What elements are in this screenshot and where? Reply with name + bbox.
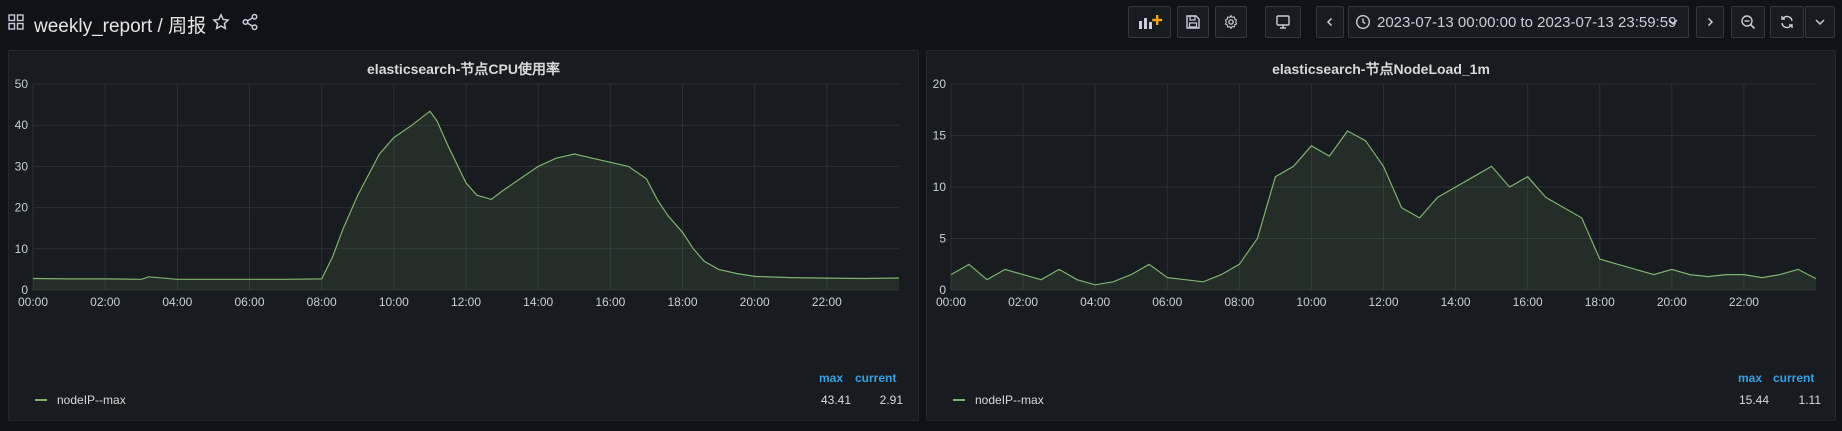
gear-icon — [1224, 14, 1238, 30]
cpu-usage-chart[interactable]: 0102030405000:00 02:00 04:00 06:00 08:00 10:0… — [9, 51, 920, 367]
legend-current-value: 1.11 — [1798, 393, 1821, 407]
x-tick-label: 08:00 — [1224, 295, 1254, 309]
top-navbar: weekly_report / 周报 2023-07-13 00:00:00 t… — [0, 0, 1842, 46]
chevron-left-icon — [1326, 17, 1333, 27]
zoom-out-button[interactable] — [1731, 6, 1765, 38]
add-panel-icon — [1138, 15, 1162, 29]
legend-max-value: 15.44 — [1738, 393, 1769, 407]
chevron-right-icon — [1707, 17, 1714, 27]
time-range-picker[interactable]: 2023-07-13 00:00:00 to 2023-07-13 23:59:… — [1348, 6, 1689, 38]
chevron-down-icon — [1668, 19, 1678, 26]
x-tick-label: 10:00 — [1296, 295, 1326, 309]
add-panel-button[interactable] — [1128, 6, 1171, 38]
x-tick-label: 08:00 — [307, 295, 337, 309]
dashboard-grid-icon[interactable] — [8, 14, 24, 30]
dashboard-settings-button[interactable] — [1215, 6, 1247, 38]
x-tick-label: 02:00 — [1008, 295, 1038, 309]
y-tick-label: 15 — [933, 129, 947, 143]
x-tick-label: 22:00 — [1729, 295, 1759, 309]
y-tick-label: 10 — [15, 242, 29, 256]
x-tick-label: 22:00 — [812, 295, 842, 309]
legend-header-current[interactable]: current — [855, 371, 896, 385]
chevron-down-icon — [1815, 19, 1825, 26]
legend-series[interactable]: nodeIP--max — [953, 393, 1044, 407]
panel-node-load: elasticsearch-节点NodeLoad_1m 0 5 10 15 20 00:0… — [926, 50, 1836, 421]
refresh-interval-dropdown[interactable] — [1805, 6, 1835, 38]
refresh-icon — [1781, 15, 1793, 29]
time-range-label: 2023-07-13 00:00:00 to 2023-07-13 23:59:… — [1377, 13, 1677, 31]
x-tick-label: 20:00 — [740, 295, 770, 309]
y-tick-label: 5 — [939, 232, 946, 246]
x-tick-label: 02:00 — [90, 295, 120, 309]
legend-max-value: 43.41 — [820, 393, 851, 407]
share-icon[interactable] — [241, 13, 259, 31]
x-tick-label: 00:00 — [936, 295, 966, 309]
x-tick-label: 16:00 — [595, 295, 625, 309]
legend-header-max[interactable]: max — [1738, 371, 1762, 385]
x-tick-label: 14:00 — [523, 295, 553, 309]
time-shift-forward-button[interactable] — [1696, 6, 1724, 38]
panel-cpu-usage: elasticsearch-节点CPU使用率 0 10 20 30 40 50 00:00 0… — [8, 50, 919, 421]
x-tick-label: 06:00 — [234, 295, 264, 309]
refresh-button[interactable] — [1770, 6, 1804, 38]
x-tick-label: 04:00 — [1080, 295, 1110, 309]
x-tick-label: 00:00 — [18, 295, 48, 309]
save-dashboard-button[interactable] — [1177, 6, 1209, 38]
time-shift-back-button[interactable] — [1316, 6, 1344, 38]
legend-series-name: nodeIP--max — [57, 393, 126, 407]
node-load-chart[interactable]: 0510152000:00 02:00 04:00 06:00 08:00 10:00 12… — [927, 51, 1837, 367]
y-tick-label: 20 — [15, 201, 29, 215]
legend-header-max[interactable]: max — [819, 371, 843, 385]
y-tick-label: 30 — [15, 159, 29, 173]
legend-current-value: 2.91 — [879, 393, 903, 407]
series-color-swatch — [953, 399, 965, 401]
x-tick-label: 12:00 — [451, 295, 481, 309]
clock-icon — [1355, 14, 1371, 30]
y-tick-label: 10 — [933, 180, 947, 194]
y-tick-label: 40 — [15, 118, 29, 132]
monitor-icon — [1276, 15, 1290, 29]
x-tick-label: 04:00 — [162, 295, 192, 309]
legend-header-current[interactable]: current — [1773, 371, 1814, 385]
x-tick-label: 10:00 — [379, 295, 409, 309]
x-tick-label: 12:00 — [1368, 295, 1398, 309]
dashboard-title[interactable]: weekly_report / 周报 — [34, 11, 206, 38]
cycle-view-mode-button[interactable] — [1265, 6, 1301, 38]
y-tick-label: 20 — [933, 77, 947, 91]
save-icon — [1186, 15, 1200, 29]
y-tick-label: 50 — [15, 77, 29, 91]
x-tick-label: 14:00 — [1441, 295, 1471, 309]
star-icon[interactable] — [212, 13, 230, 31]
x-tick-label: 16:00 — [1513, 295, 1543, 309]
series-color-swatch — [35, 399, 47, 401]
zoom-out-icon — [1741, 15, 1756, 30]
legend-series[interactable]: nodeIP--max — [35, 393, 126, 407]
x-tick-label: 06:00 — [1152, 295, 1182, 309]
legend-series-name: nodeIP--max — [975, 393, 1044, 407]
x-tick-label: 18:00 — [667, 295, 697, 309]
x-tick-label: 18:00 — [1585, 295, 1615, 309]
x-tick-label: 20:00 — [1657, 295, 1687, 309]
